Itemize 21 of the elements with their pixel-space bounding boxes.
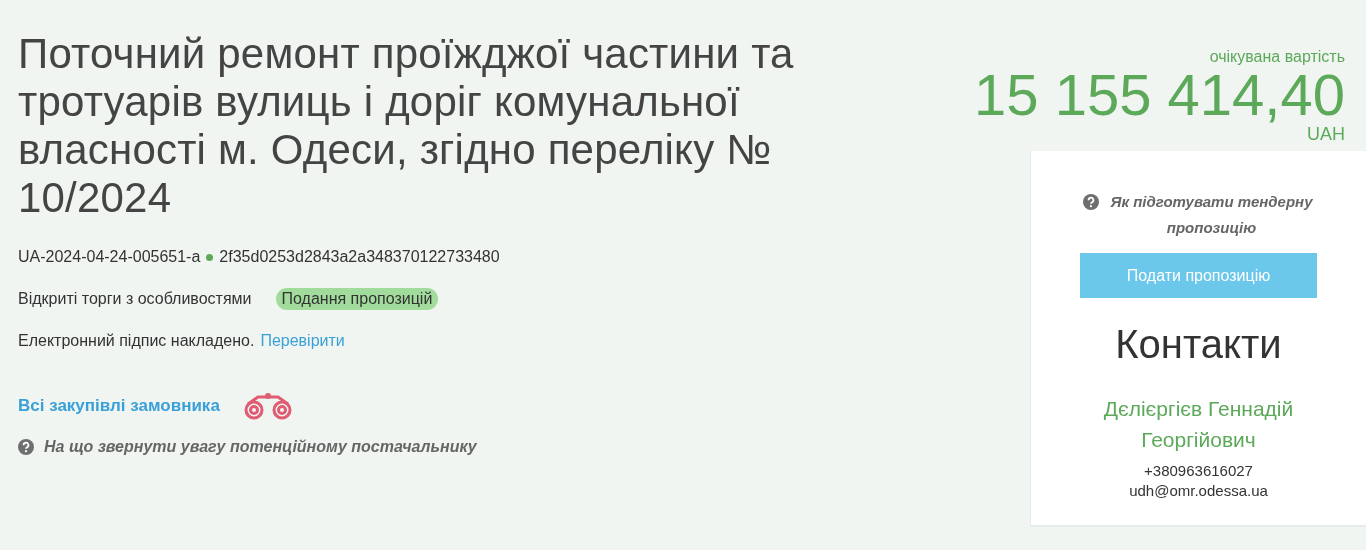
- currency-label: UAH: [1307, 124, 1345, 145]
- procedure-type: Відкриті торги з особливостями: [18, 290, 252, 308]
- status-badge: Подання пропозицій: [275, 288, 439, 310]
- tender-title: Поточний ремонт проїжджої частини та тротуарів вулиць і доріг комунальної власності м. Одеси, згідно переліку № 10/2024: [18, 30, 795, 222]
- expected-cost-label: очікувана вартість: [1209, 48, 1345, 66]
- contact-email: udh@omr.odessa.ua: [1129, 481, 1268, 501]
- proposal-guide-link[interactable]: Як підготувати тендерну пропозицію: [1109, 189, 1314, 241]
- submit-proposal-button[interactable]: Подати пропозицію: [1080, 253, 1317, 298]
- help-icon: [18, 439, 34, 455]
- expected-cost-amount: 15 155 414,40: [974, 66, 1345, 124]
- customer-purchases-link[interactable]: Всі закупівлі замовника: [18, 396, 220, 416]
- tender-hash: 2f35d0253d2843a2a348370122733480: [219, 248, 500, 266]
- signature-text: Електронний підпис накладено.: [18, 332, 255, 350]
- separator-dot-icon: [206, 253, 214, 261]
- help-icon: [1083, 194, 1099, 210]
- contact-phone: +380963616027: [1144, 461, 1253, 481]
- tender-id: UA-2024-04-24-005651-a: [18, 248, 201, 266]
- verify-link[interactable]: Перевірити: [260, 332, 345, 350]
- contact-name: Дєлієргієв Геннадій Георгійович: [1102, 396, 1295, 453]
- supplier-hint-link[interactable]: На що звернути увагу потенційному постачальнику: [44, 438, 477, 456]
- contacts-heading: Контакти: [1115, 322, 1282, 367]
